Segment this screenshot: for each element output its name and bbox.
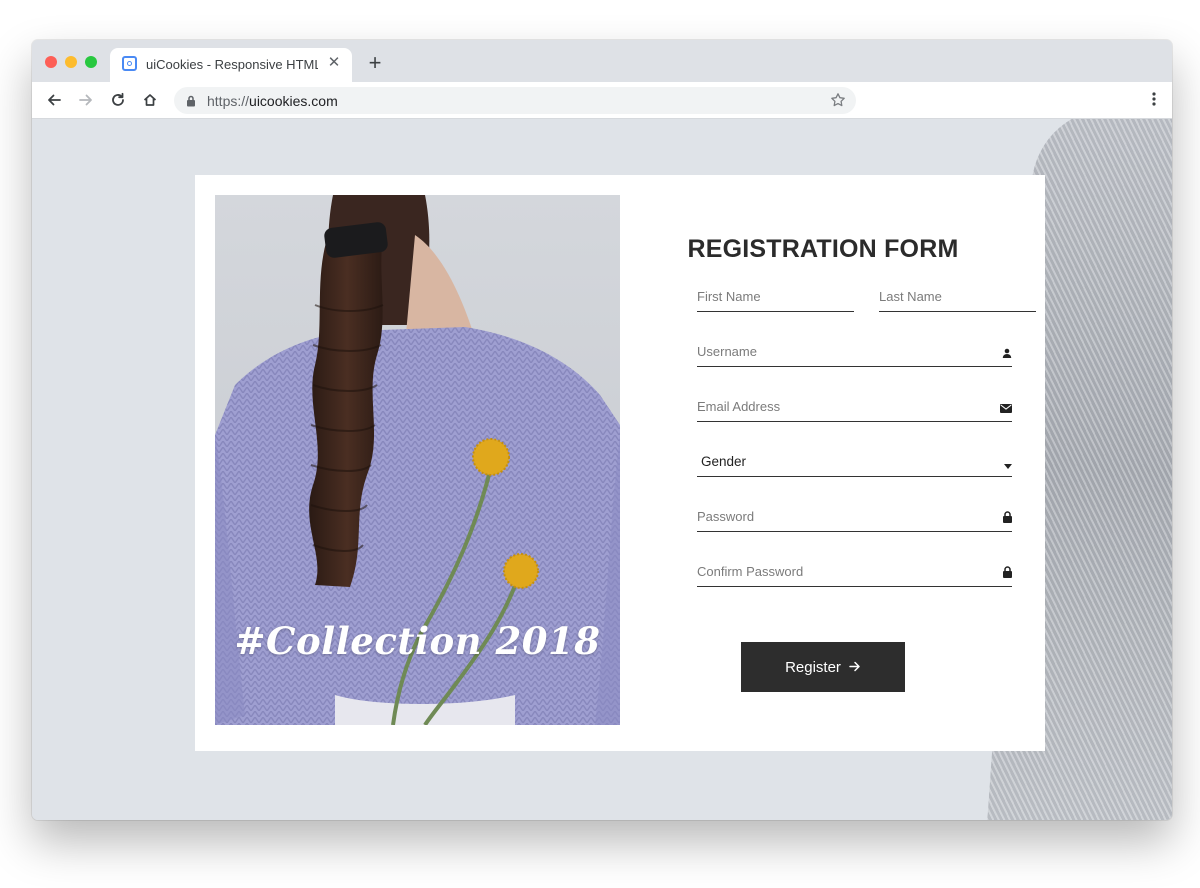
last-name-placeholder: Last Name [879,289,942,304]
register-button[interactable]: Register [741,642,905,692]
lock-icon [1003,565,1012,583]
form-title: REGISTRATION FORM [687,235,959,263]
username-placeholder: Username [697,344,757,359]
address-bar[interactable]: https://uicookies.com [174,87,856,114]
secure-lock-icon [186,94,196,112]
browser-menu-icon[interactable] [1152,92,1156,111]
confirm-password-input[interactable]: Confirm Password [697,560,1012,587]
url-scheme: https:// [207,93,250,109]
url-text: https://uicookies.com [207,93,338,109]
minimize-window-button[interactable] [65,56,77,68]
email-input[interactable]: Email Address [697,395,1012,422]
confirm-password-placeholder: Confirm Password [697,564,804,579]
caret-down-icon [1004,456,1012,474]
tab-close-icon[interactable]: ✕ [326,55,342,71]
arrow-right-icon [849,659,861,676]
forward-arrow-icon[interactable] [76,90,96,110]
reload-icon[interactable] [108,90,128,110]
register-button-label: Register [785,658,841,676]
url-host: uicookies.com [249,93,338,109]
email-placeholder: Email Address [697,399,781,414]
site-favicon-icon [122,56,137,71]
maximize-window-button[interactable] [85,56,97,68]
password-placeholder: Password [697,509,755,524]
password-input[interactable]: Password [697,505,1012,532]
registration-card: #Collection 2018 REGISTRATION FORM First… [195,175,1045,751]
gender-select[interactable]: Gender [697,450,1012,477]
back-arrow-icon[interactable] [44,90,64,110]
user-icon [1002,345,1012,363]
first-name-input[interactable]: First Name [697,285,854,312]
close-window-button[interactable] [45,56,57,68]
tab-title: uiCookies - Responsive HTML [146,57,318,72]
gender-selected-value: Gender [701,454,747,469]
last-name-input[interactable]: Last Name [879,285,1036,312]
first-name-placeholder: First Name [697,289,761,304]
page-content: #Collection 2018 REGISTRATION FORM First… [32,119,1172,820]
browser-tab[interactable]: uiCookies - Responsive HTML ✕ [110,48,352,82]
bookmark-star-icon[interactable] [830,92,846,113]
collection-photo: #Collection 2018 [215,195,620,725]
registration-form: REGISTRATION FORM First Name Last Name U… [665,175,1036,751]
browser-toolbar: https://uicookies.com [32,82,1172,119]
username-input[interactable]: Username [697,340,1012,367]
new-tab-button[interactable]: + [365,52,385,74]
browser-window: uiCookies - Responsive HTML ✕ + https://… [32,40,1172,820]
lock-icon [1003,510,1012,528]
collection-caption: #Collection 2018 [234,619,601,663]
home-icon[interactable] [140,90,160,110]
tab-strip: uiCookies - Responsive HTML ✕ + [32,40,1172,82]
envelope-icon [1000,400,1012,418]
